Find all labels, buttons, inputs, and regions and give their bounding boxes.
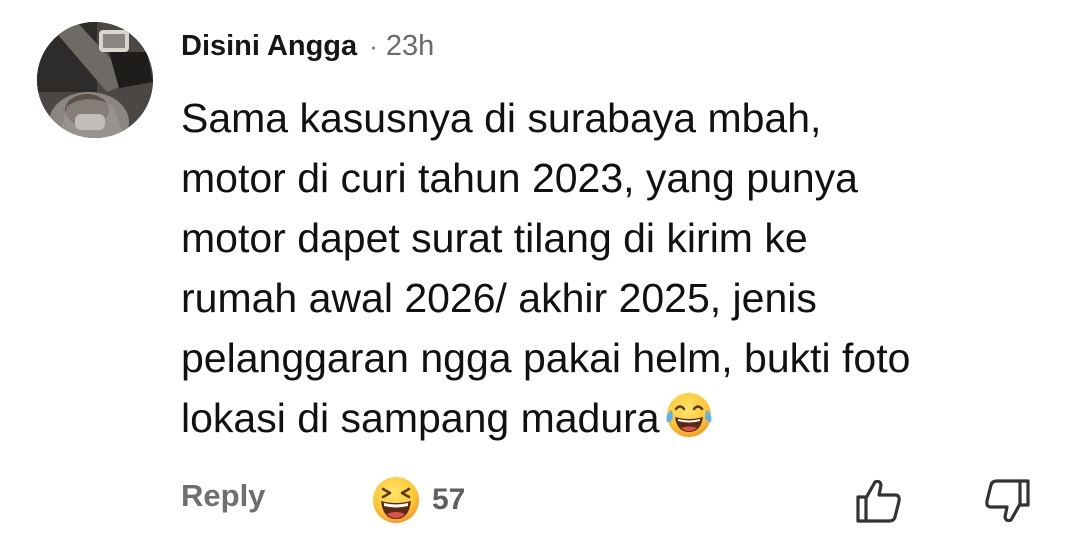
reaction-summary[interactable]: 57	[370, 474, 465, 526]
thumbs-up-icon	[856, 479, 901, 523]
comment-line: motor dapet surat tilang di kirim ke	[181, 215, 808, 261]
avatar-photo	[37, 22, 153, 138]
header-separator: ·	[369, 30, 378, 61]
grinning-squinting-face-icon	[373, 477, 419, 523]
comment-line: lokasi di sampang madura	[181, 395, 660, 441]
reaction-count: 57	[432, 483, 466, 516]
comment-actions: Reply 57	[0, 470, 1080, 530]
comment-line: motor di curi tahun 2023, yang punya	[181, 155, 858, 201]
thumbs-down-icon	[985, 479, 1030, 523]
author-name[interactable]: Disini Angga	[181, 30, 357, 63]
comment: Disini Angga · 23h Sama kasusnya di sura…	[0, 0, 1080, 542]
face-with-tears-of-joy-icon	[666, 393, 712, 437]
comment-last-line: lokasi di sampang madura	[181, 388, 1061, 448]
comment-timestamp: 23h	[385, 29, 435, 62]
comment-line: Sama kasusnya di surabaya mbah,	[181, 95, 822, 141]
avatar[interactable]	[37, 22, 153, 138]
like-button[interactable]	[852, 474, 906, 528]
comment-body: Sama kasusnya di surabaya mbah, motor di…	[181, 88, 1061, 448]
comment-line: pelanggaran ngga pakai helm, bukti foto	[181, 335, 911, 381]
comment-line: rumah awal 2026/ akhir 2025, jenis	[181, 275, 817, 321]
reply-button[interactable]: Reply	[181, 478, 265, 514]
dislike-button[interactable]	[980, 474, 1034, 528]
comment-header: Disini Angga · 23h	[181, 26, 434, 66]
